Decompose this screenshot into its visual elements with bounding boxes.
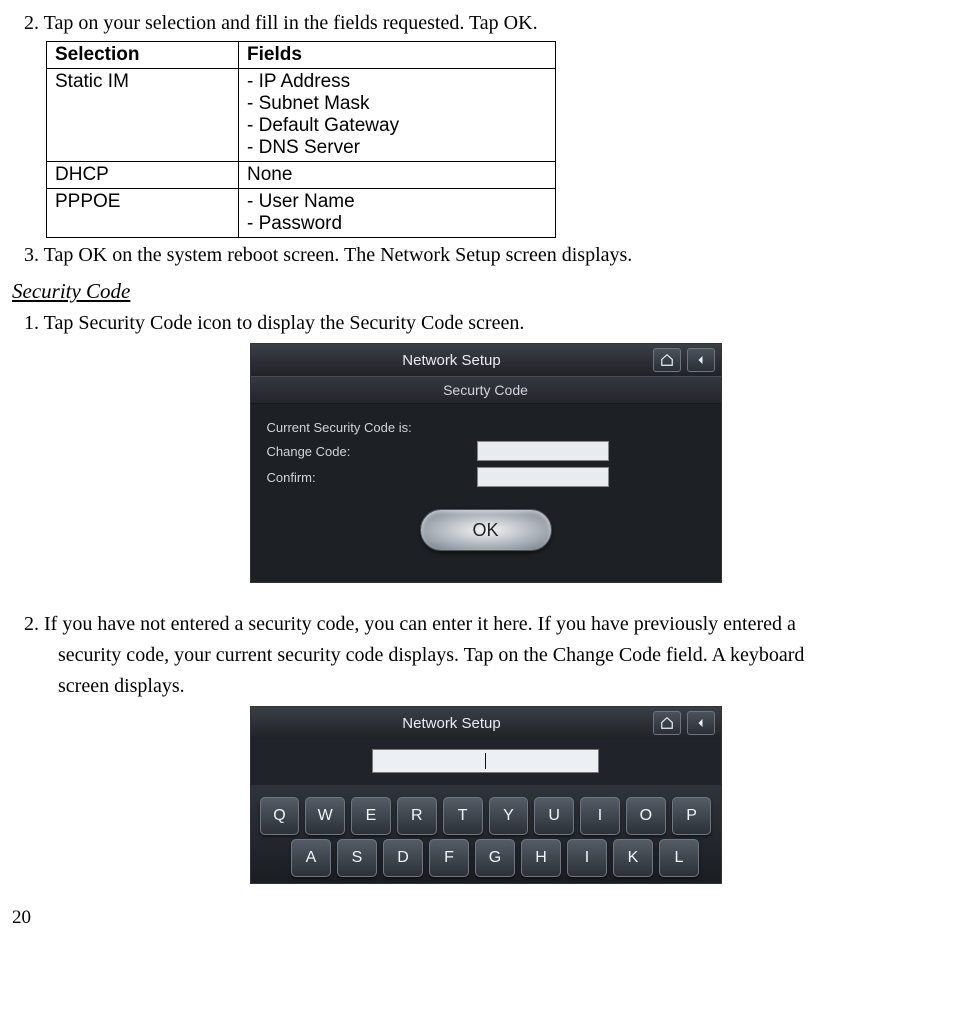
key-o[interactable]: O xyxy=(626,797,666,835)
security-step-1: 1. Tap Security Code icon to display the… xyxy=(24,310,959,337)
device-mock-security-code: Network Setup Securty Code Current Secur… xyxy=(250,343,722,583)
device-mock-keyboard: Network Setup Q W E R T Y U I O P xyxy=(250,706,722,884)
key-t[interactable]: T xyxy=(443,797,483,835)
key-g[interactable]: G xyxy=(475,839,515,877)
change-code-field[interactable] xyxy=(477,441,609,461)
field-item: - Password xyxy=(247,213,547,235)
keyboard-text-input[interactable] xyxy=(372,749,599,773)
page-number: 20 xyxy=(12,907,959,929)
selection-fields-table: Selection Fields Static IM - IP Address … xyxy=(46,41,556,238)
table-row: Static IM - IP Address - Subnet Mask - D… xyxy=(47,69,556,162)
screen-title: Network Setup xyxy=(251,352,653,369)
cell-fields: - User Name - Password xyxy=(239,189,556,238)
figure-security-code-screen: Network Setup Securty Code Current Secur… xyxy=(12,343,959,583)
security-step-2-line2: security code, your current security cod… xyxy=(58,642,959,669)
field-item: - User Name xyxy=(247,191,547,213)
form-panel: Current Security Code is: Change Code: C… xyxy=(251,404,721,582)
field-item: - IP Address xyxy=(247,71,547,93)
key-y[interactable]: Y xyxy=(489,797,529,835)
key-i2[interactable]: I xyxy=(567,839,607,877)
col-header-fields: Fields xyxy=(239,42,556,69)
keyboard-input-row xyxy=(251,739,721,785)
ok-button[interactable]: OK xyxy=(420,509,552,551)
key-d[interactable]: D xyxy=(383,839,423,877)
key-f[interactable]: F xyxy=(429,839,469,877)
security-step-2-line1: 2. If you have not entered a security co… xyxy=(24,611,959,638)
screen-subtitle: Securty Code xyxy=(251,376,721,404)
cell-selection: Static IM xyxy=(47,69,239,162)
section-heading-security-code: Security Code xyxy=(12,279,959,304)
key-u[interactable]: U xyxy=(534,797,574,835)
label-current-code: Current Security Code is: xyxy=(267,420,477,435)
figure-keyboard-screen: Network Setup Q W E R T Y U I O P xyxy=(12,706,959,889)
label-change-code: Change Code: xyxy=(267,444,477,459)
cell-fields: None xyxy=(239,162,556,189)
security-step-2-line3: screen displays. xyxy=(58,673,959,700)
field-item: - Subnet Mask xyxy=(247,93,547,115)
key-p[interactable]: P xyxy=(672,797,712,835)
key-a[interactable]: A xyxy=(291,839,331,877)
key-h[interactable]: H xyxy=(521,839,561,877)
keyboard-row-1: Q W E R T Y U I O P xyxy=(257,797,715,835)
key-i[interactable]: I xyxy=(580,797,620,835)
back-icon[interactable] xyxy=(687,348,715,372)
key-e[interactable]: E xyxy=(351,797,391,835)
key-r[interactable]: R xyxy=(397,797,437,835)
confirm-field[interactable] xyxy=(477,467,609,487)
key-s[interactable]: S xyxy=(337,839,377,877)
text-cursor xyxy=(485,753,486,769)
key-w[interactable]: W xyxy=(305,797,345,835)
onscreen-keyboard: Q W E R T Y U I O P A S D F G H I K L xyxy=(251,785,721,883)
label-confirm: Confirm: xyxy=(267,470,477,485)
key-l[interactable]: L xyxy=(659,839,699,877)
table-row: DHCP None xyxy=(47,162,556,189)
step-3: 3. Tap OK on the system reboot screen. T… xyxy=(24,242,959,269)
cell-selection: PPPOE xyxy=(47,189,239,238)
field-item: - DNS Server xyxy=(247,137,547,159)
keyboard-row-2: A S D F G H I K L xyxy=(257,839,715,877)
screen-title: Network Setup xyxy=(251,715,653,732)
key-q[interactable]: Q xyxy=(260,797,300,835)
cell-selection: DHCP xyxy=(47,162,239,189)
col-header-selection: Selection xyxy=(47,42,239,69)
key-k[interactable]: K xyxy=(613,839,653,877)
field-item: - Default Gateway xyxy=(247,115,547,137)
titlebar: Network Setup xyxy=(251,344,721,376)
cell-fields: - IP Address - Subnet Mask - Default Gat… xyxy=(239,69,556,162)
titlebar: Network Setup xyxy=(251,707,721,739)
step-2: 2. Tap on your selection and fill in the… xyxy=(24,10,959,37)
home-icon[interactable] xyxy=(653,711,681,735)
home-icon[interactable] xyxy=(653,348,681,372)
back-icon[interactable] xyxy=(687,711,715,735)
table-row: PPPOE - User Name - Password xyxy=(47,189,556,238)
